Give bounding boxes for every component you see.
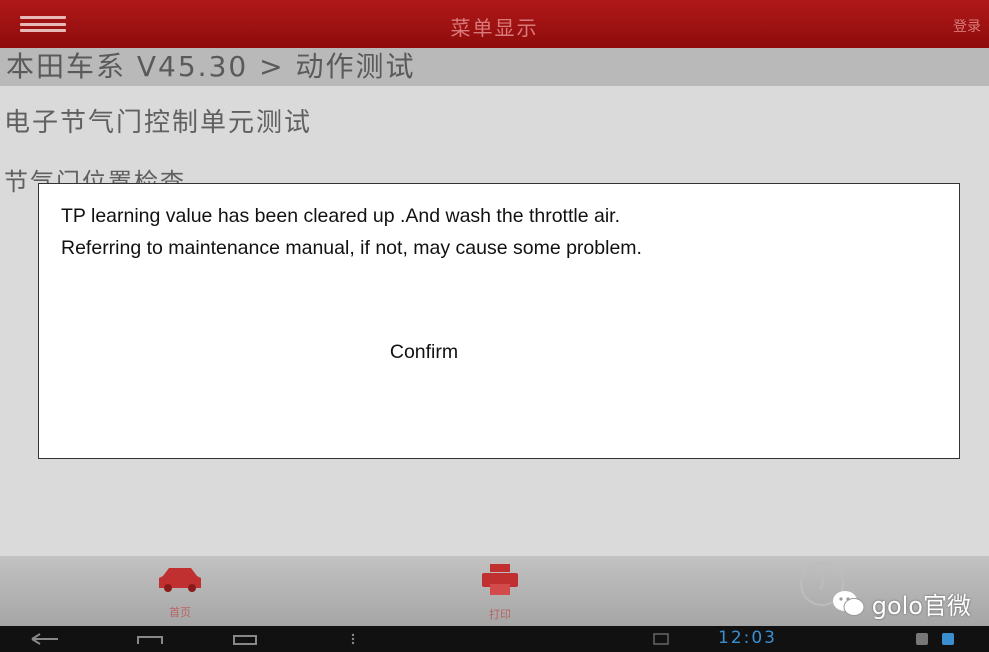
system-nav-bar: 12:03 <box>0 626 989 652</box>
print-label: 打印 <box>489 608 511 621</box>
car-icon <box>159 568 201 592</box>
recent-apps-icon[interactable] <box>230 633 260 645</box>
notification-icon <box>916 633 928 645</box>
watermark: golo官微 <box>832 586 971 621</box>
home-label: 首页 <box>169 606 191 619</box>
page-title: 菜单显示 <box>450 16 539 40</box>
home-nav-icon[interactable] <box>135 633 165 645</box>
dialog-message: TP learning value has been cleared up .A… <box>61 200 941 264</box>
printer-icon <box>482 564 518 595</box>
wechat-icon <box>832 590 865 616</box>
dialog-message-line1: TP learning value has been cleared up .A… <box>61 205 620 227</box>
confirm-button[interactable]: Confirm <box>369 337 479 367</box>
battery-icon <box>942 633 954 645</box>
dialog-message-line2: Referring to maintenance manual, if not,… <box>61 237 642 259</box>
login-button[interactable]: 登录 <box>953 16 981 36</box>
confirm-dialog: TP learning value has been cleared up .A… <box>38 183 960 459</box>
title-bar: 菜单显示 登录 <box>0 0 989 48</box>
breadcrumb: 本田车系 V45.30 > 动作测试 <box>0 48 989 86</box>
back-icon[interactable] <box>30 633 60 645</box>
menu-dots-icon[interactable] <box>350 633 356 645</box>
print-button[interactable]: 打印 <box>450 564 550 622</box>
test-heading: 电子节气门控制单元测试 <box>4 108 313 138</box>
watermark-text: golo官微 <box>871 592 971 620</box>
bottom-toolbar: 首页 打印 i golo官微 <box>0 556 989 626</box>
screenshot-icon[interactable] <box>652 633 670 645</box>
home-button[interactable]: 首页 <box>130 564 230 620</box>
status-clock: 12:03 <box>718 628 777 648</box>
